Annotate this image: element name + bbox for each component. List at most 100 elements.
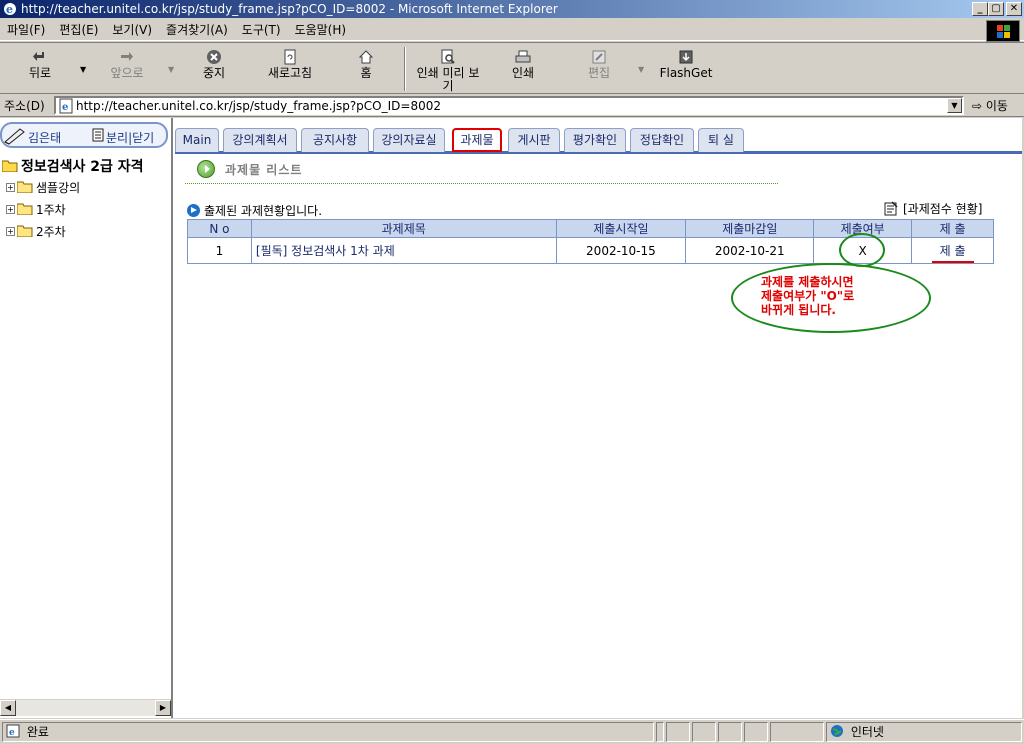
submit-link[interactable]: 제 출 xyxy=(940,244,966,258)
menu-file[interactable]: 파일(F) xyxy=(0,21,52,38)
toolbar: 뒤로 ▼ 앞으로 ▼ 중지 새로고침 홈 인쇄 미리 보기 인쇄 편집 ▼ Fl… xyxy=(0,42,1024,94)
ie-icon: e xyxy=(4,3,16,16)
go-button[interactable]: ⇨ 이동 xyxy=(972,97,1008,114)
annotation-line-1: 과제를 제출하시면 xyxy=(761,275,854,289)
tab-assignments[interactable]: 과제물 xyxy=(452,128,502,152)
row-title-link[interactable]: [필독] 정보검색사 1차 과제 xyxy=(250,237,557,264)
minimize-button[interactable]: _ xyxy=(972,2,988,16)
tab-exit[interactable]: 퇴 실 xyxy=(698,128,744,152)
zone-text: 인터넷 xyxy=(850,725,884,739)
svg-text:e: e xyxy=(62,102,68,113)
folder-icon xyxy=(17,225,33,237)
menu-edit[interactable]: 편집(E) xyxy=(52,21,105,38)
page-content: 김은태 분리|닫기 정보검색사 2급 자격 + 샘플강의 + 1주차 + 2주차… xyxy=(0,118,1022,718)
open-folder-icon xyxy=(2,160,18,172)
menu-bar: 파일(F) 편집(E) 보기(V) 즐겨찾기(A) 도구(T) 도움말(H) xyxy=(0,19,1024,41)
row-action-cell: 제 출 xyxy=(911,237,994,264)
section-divider xyxy=(185,183,778,184)
forward-button[interactable]: 앞으로 xyxy=(104,47,150,91)
menu-tools[interactable]: 도구(T) xyxy=(235,21,288,38)
tab-syllabus[interactable]: 강의계획서 xyxy=(223,128,297,152)
edit-label: 편집 xyxy=(587,66,611,80)
subtitle-text: 출제된 과제현황입니다. xyxy=(204,204,323,218)
browser-window: e http://teacher.unitel.co.kr/jsp/study_… xyxy=(0,0,1024,744)
status-cell xyxy=(692,722,716,742)
address-dropdown-icon[interactable]: ▼ xyxy=(947,98,962,113)
folder-icon xyxy=(17,203,33,215)
tree-node[interactable]: + 1주차 xyxy=(2,198,172,220)
edit-button[interactable]: 편집 xyxy=(584,47,614,91)
edit-icon xyxy=(592,50,606,64)
address-label: 주소(D) xyxy=(4,99,45,113)
tab-notices[interactable]: 공지사항 xyxy=(301,128,369,152)
status-cell xyxy=(666,722,690,742)
expand-icon[interactable]: + xyxy=(6,182,15,192)
menu-favorites[interactable]: 즐겨찾기(A) xyxy=(159,21,235,38)
tab-board[interactable]: 게시판 xyxy=(508,128,560,152)
refresh-button[interactable]: 새로고침 xyxy=(262,47,318,91)
status-bar: e 완료 인터넷 xyxy=(0,719,1024,744)
print-label: 인쇄 xyxy=(511,66,535,80)
score-document-icon xyxy=(884,200,898,215)
home-button[interactable]: 홈 xyxy=(352,47,380,91)
status-highlight-circle xyxy=(839,233,885,267)
address-bar: 주소(D) e http://teacher.unitel.co.kr/jsp/… xyxy=(0,95,1024,117)
page-icon: e xyxy=(59,98,73,113)
left-frame: 김은태 분리|닫기 정보검색사 2급 자격 + 샘플강의 + 1주차 + 2주차… xyxy=(0,118,173,718)
flashget-icon xyxy=(679,50,693,64)
play-bullet-icon xyxy=(197,160,215,178)
back-dropdown-icon[interactable]: ▼ xyxy=(80,65,86,74)
flashget-button[interactable]: FlashGet xyxy=(658,47,714,91)
expand-icon[interactable]: + xyxy=(6,204,15,214)
section-title: 과제물 리스트 xyxy=(225,162,303,177)
tree-node-label: 2주차 xyxy=(36,224,66,239)
stop-label: 중지 xyxy=(202,66,226,80)
menu-view[interactable]: 보기(V) xyxy=(105,21,159,38)
tab-answers[interactable]: 정답확인 xyxy=(630,128,694,152)
print-preview-icon xyxy=(441,49,455,64)
address-url: http://teacher.unitel.co.kr/jsp/study_fr… xyxy=(76,98,441,113)
annotation-line-3: 바뀌게 됩니다. xyxy=(761,303,836,317)
tree-node[interactable]: + 2주차 xyxy=(2,220,172,242)
print-button[interactable]: 인쇄 xyxy=(508,47,538,91)
scroll-left-icon[interactable]: ◀ xyxy=(0,700,16,716)
tab-main[interactable]: Main xyxy=(175,128,219,152)
tab-materials[interactable]: 강의자료실 xyxy=(373,128,445,152)
status-text: 완료 xyxy=(26,725,49,739)
status-cell xyxy=(770,722,824,742)
close-button[interactable]: ✕ xyxy=(1006,2,1022,16)
print-preview-button[interactable]: 인쇄 미리 보기 xyxy=(412,47,484,93)
score-status-link[interactable]: [과제점수 현황] xyxy=(883,200,982,217)
windows-logo-icon xyxy=(986,20,1020,42)
col-no: N o xyxy=(187,219,252,238)
back-button[interactable]: 뒤로 xyxy=(18,47,62,91)
home-icon xyxy=(358,50,374,64)
section-header: 과제물 리스트 xyxy=(197,160,302,178)
svg-text:e: e xyxy=(6,3,13,16)
maximize-button[interactable]: ▢ xyxy=(988,2,1004,16)
tab-bar: Main 강의계획서 공지사항 강의자료실 과제물 게시판 평가확인 정답확인 … xyxy=(175,128,1022,154)
forward-dropdown-icon[interactable]: ▼ xyxy=(168,65,174,74)
tree-node[interactable]: + 샘플강의 xyxy=(2,176,172,198)
expand-icon[interactable]: + xyxy=(6,226,15,236)
horizontal-scrollbar[interactable]: ◀ ▶ xyxy=(0,699,171,716)
flashget-label: FlashGet xyxy=(659,66,713,80)
menu-help[interactable]: 도움말(H) xyxy=(288,21,354,38)
split-close-links[interactable]: 분리|닫기 xyxy=(106,129,154,146)
edit-dropdown-icon[interactable]: ▼ xyxy=(638,65,644,74)
tree-root[interactable]: 정보검색사 2급 자격 xyxy=(2,156,172,176)
refresh-label: 새로고침 xyxy=(267,66,313,80)
forward-label: 앞으로 xyxy=(110,66,144,80)
scroll-right-icon[interactable]: ▶ xyxy=(155,700,171,716)
user-bar: 김은태 분리|닫기 xyxy=(0,122,168,148)
forward-arrow-icon xyxy=(121,52,133,61)
address-input[interactable]: e http://teacher.unitel.co.kr/jsp/study_… xyxy=(54,96,964,115)
status-cell xyxy=(744,722,768,742)
tree-node-label: 1주차 xyxy=(36,202,66,217)
score-link-text: [과제점수 현황] xyxy=(903,202,983,216)
annotation-line-2: 제출여부가 "O"로 xyxy=(761,289,855,303)
stop-button[interactable]: 중지 xyxy=(196,47,232,91)
tab-evaluation[interactable]: 평가확인 xyxy=(564,128,626,152)
col-start: 제출시작일 xyxy=(555,219,687,238)
row-end: 2002-10-21 xyxy=(685,237,815,264)
